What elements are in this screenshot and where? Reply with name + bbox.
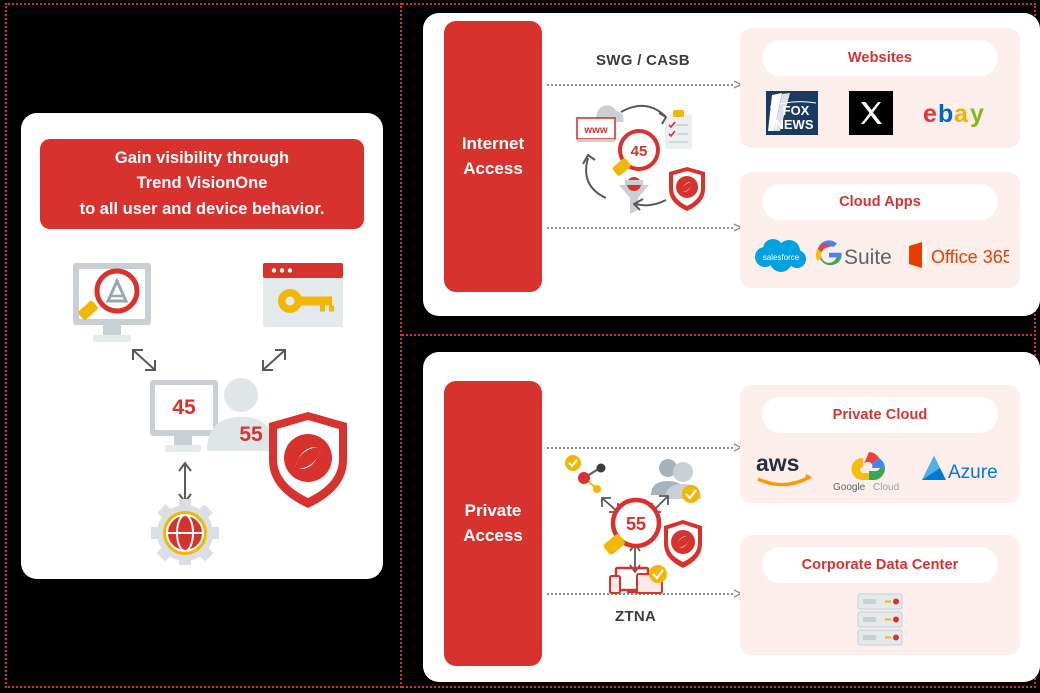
user-badge-value: 55 (239, 423, 263, 446)
websites-destination: Websites FOX NEWS e b a y (740, 28, 1020, 148)
svg-text:salesforce: salesforce (763, 253, 800, 262)
headline-line-3: to all user and device behavior. (79, 199, 325, 218)
trend-micro-shield-icon (664, 520, 702, 568)
ztna-label: ZTNA (615, 608, 657, 625)
flow-arrow-cloudapps (547, 223, 742, 233)
swg-casb-label: SWG / CASB (596, 52, 690, 69)
svg-text:Google: Google (833, 482, 866, 492)
websites-logo-row: FOX NEWS e b a y (750, 84, 1010, 142)
svg-text:Suite: Suite (844, 246, 892, 269)
svg-text:www: www (583, 125, 608, 136)
headline-banner: Gain visibility through Trend VisionOne … (40, 139, 364, 229)
svg-text:e: e (923, 100, 937, 128)
users-check-icon (651, 459, 701, 503)
devices-check-icon (609, 565, 667, 594)
diagram-canvas: Gain visibility through Trend VisionOne … (0, 0, 1040, 693)
www-cloud-icon: www (576, 105, 624, 142)
svg-text:a: a (954, 100, 969, 128)
magnifier-55-icon: 55 (603, 497, 662, 555)
datacenter-title: Corporate Data Center (762, 547, 998, 583)
salesforce-logo: salesforce (755, 239, 807, 272)
clipboard-check-icon (665, 110, 692, 149)
visibility-icon-cluster: 45 55 (73, 263, 347, 565)
ztna-cluster-value: 55 (626, 514, 646, 534)
datacenter-logo-row (750, 591, 1010, 649)
privatecloud-destination: Private Cloud aws Google Cloud Azure (740, 385, 1020, 503)
monitor-badge-value: 45 (172, 396, 196, 419)
x-twitter-logo (848, 91, 893, 135)
swg-casb-icon-cluster: www 45 (576, 105, 705, 214)
aws-logo: aws (756, 450, 813, 487)
cloudapps-logo-row: salesforce Suite Office 365 (750, 228, 1010, 282)
ebay-logo: e b a y (923, 100, 984, 128)
google-cloud-logo: Google Cloud (833, 452, 899, 492)
svg-text:Cloud: Cloud (873, 482, 899, 492)
funnel-gear-icon (619, 177, 649, 214)
svg-text:Azure: Azure (948, 462, 998, 483)
browser-key-icon (263, 263, 343, 327)
globe-gear-icon (151, 499, 219, 565)
group-divider (402, 334, 1036, 336)
svg-text:Office 365: Office 365 (931, 247, 1009, 267)
ztna-icon-cluster: 55 (565, 455, 702, 594)
datacenter-destination: Corporate Data Center (740, 535, 1020, 655)
magnifier-45-icon: 45 (612, 129, 660, 176)
network-share-check-icon (565, 455, 606, 493)
privatecloud-title: Private Cloud (762, 397, 998, 433)
swg-cluster-value: 45 (631, 143, 648, 160)
cloudapps-destination: Cloud Apps salesforce Suite Office 365 (740, 172, 1020, 288)
svg-text:aws: aws (756, 450, 799, 476)
headline-line-1: Gain visibility through (114, 148, 290, 167)
flow-arrow-websites (547, 80, 742, 90)
internet-access-label-1: Internet (461, 133, 525, 153)
svg-text:NEWS: NEWS (775, 117, 814, 132)
svg-text:y: y (970, 100, 984, 128)
server-rack-icon (857, 593, 903, 646)
svg-text:b: b (938, 100, 953, 128)
arrow-vertical (178, 461, 192, 504)
arrow-diagonal-left (132, 349, 156, 371)
arrow-diagonal-right (262, 349, 286, 371)
fox-news-logo: FOX NEWS (766, 91, 819, 135)
internet-access-label-2: Access (463, 158, 523, 178)
g-suite-logo: Suite (815, 240, 892, 269)
headline-line-2: Trend VisionOne (136, 174, 268, 193)
privatecloud-logo-row: aws Google Cloud Azure (750, 441, 1010, 497)
trend-micro-shield-icon (669, 167, 705, 211)
private-access-label-2: Access (463, 525, 523, 545)
trend-micro-shield-icon (269, 412, 347, 508)
svg-text:FOX: FOX (783, 103, 810, 118)
private-access-label-1: Private (464, 500, 522, 520)
azure-logo: Azure (921, 456, 998, 483)
private-access-block: Private Access (444, 381, 542, 666)
websites-title: Websites (762, 40, 998, 76)
monitor-45-icon: 45 (150, 380, 218, 452)
monitor-app-scan-icon (73, 263, 151, 342)
office-365-logo: Office 365 (908, 242, 1009, 268)
cloudapps-title: Cloud Apps (762, 184, 998, 220)
internet-access-block: Internet Access (444, 21, 542, 292)
